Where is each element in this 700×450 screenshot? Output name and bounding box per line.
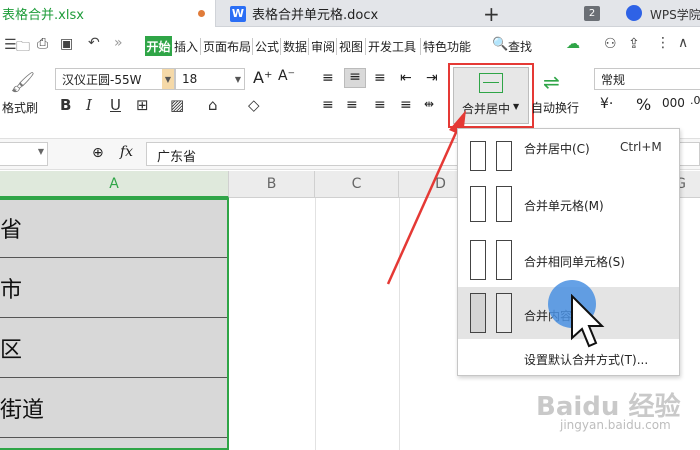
merge-dropdown-menu: 合并居中(C) Ctrl+M 合并单元格(M) 合并相同单元格(S) 合并内容(… <box>457 128 680 376</box>
watermark-url: jingyan.baidu.com <box>560 418 671 432</box>
menu-item-merge-center[interactable]: 合并居中(C) Ctrl+M <box>458 129 679 181</box>
merge-default-setting[interactable]: 设置默认合并方式(T)... <box>524 351 648 368</box>
merge-cells-option-label: 合并单元格(M) <box>524 199 604 213</box>
merge-content-option-icon <box>470 293 486 333</box>
merge-same-option-label: 合并相同单元格(S) <box>524 255 625 269</box>
merge-center-icon <box>470 141 486 171</box>
menu-item-merge-cells[interactable]: 合并单元格(M) <box>458 182 679 234</box>
merge-center-shortcut: Ctrl+M <box>620 140 662 154</box>
merge-center-option-label: 合并居中(C) <box>524 142 590 156</box>
merge-same-option-icon <box>470 240 486 280</box>
merge-cells-option-icon <box>470 186 486 222</box>
mouse-cursor-icon <box>571 294 605 348</box>
